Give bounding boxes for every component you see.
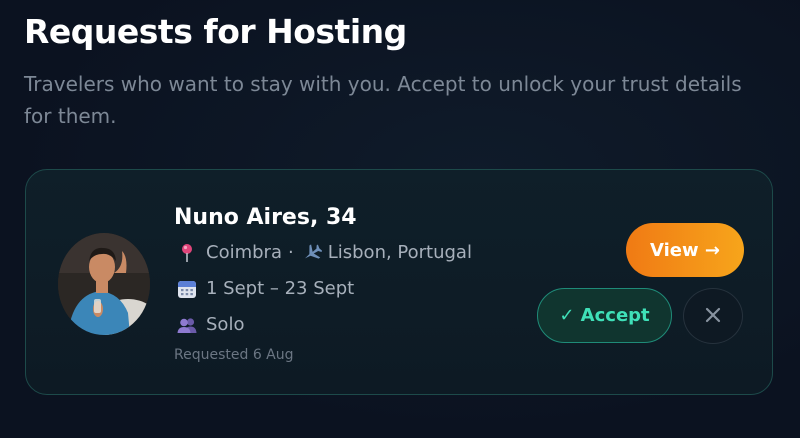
pin-icon xyxy=(176,242,198,264)
party-size: Solo xyxy=(206,314,245,335)
view-button[interactable]: View → xyxy=(626,223,744,277)
guest-name: Nuno Aires, 34 xyxy=(174,205,357,230)
page-title: Requests for Hosting xyxy=(24,12,407,51)
destination: Lisbon, Portugal xyxy=(327,242,472,263)
close-icon xyxy=(704,306,722,327)
calendar-icon xyxy=(176,278,198,300)
page-subtitle: Travelers who want to stay with you. Acc… xyxy=(24,72,742,128)
decline-button[interactable] xyxy=(683,288,743,344)
airplane-icon xyxy=(300,242,322,264)
stay-dates: 1 Sept – 23 Sept xyxy=(206,278,355,299)
people-icon xyxy=(176,314,198,336)
location-row: Coimbra · Lisbon, Portugal xyxy=(176,240,472,266)
home-city: Coimbra xyxy=(206,242,282,263)
party-row: Solo xyxy=(176,312,244,338)
location-separator: · xyxy=(287,242,294,263)
avatar xyxy=(58,233,150,335)
request-card: Nuno Aires, 34 Coimbra · Lisbon, Portuga… xyxy=(25,169,773,395)
requested-date: Requested 6 Aug xyxy=(174,347,294,363)
accept-button[interactable]: ✓ Accept xyxy=(537,288,672,343)
dates-row: 1 Sept – 23 Sept xyxy=(176,276,354,302)
